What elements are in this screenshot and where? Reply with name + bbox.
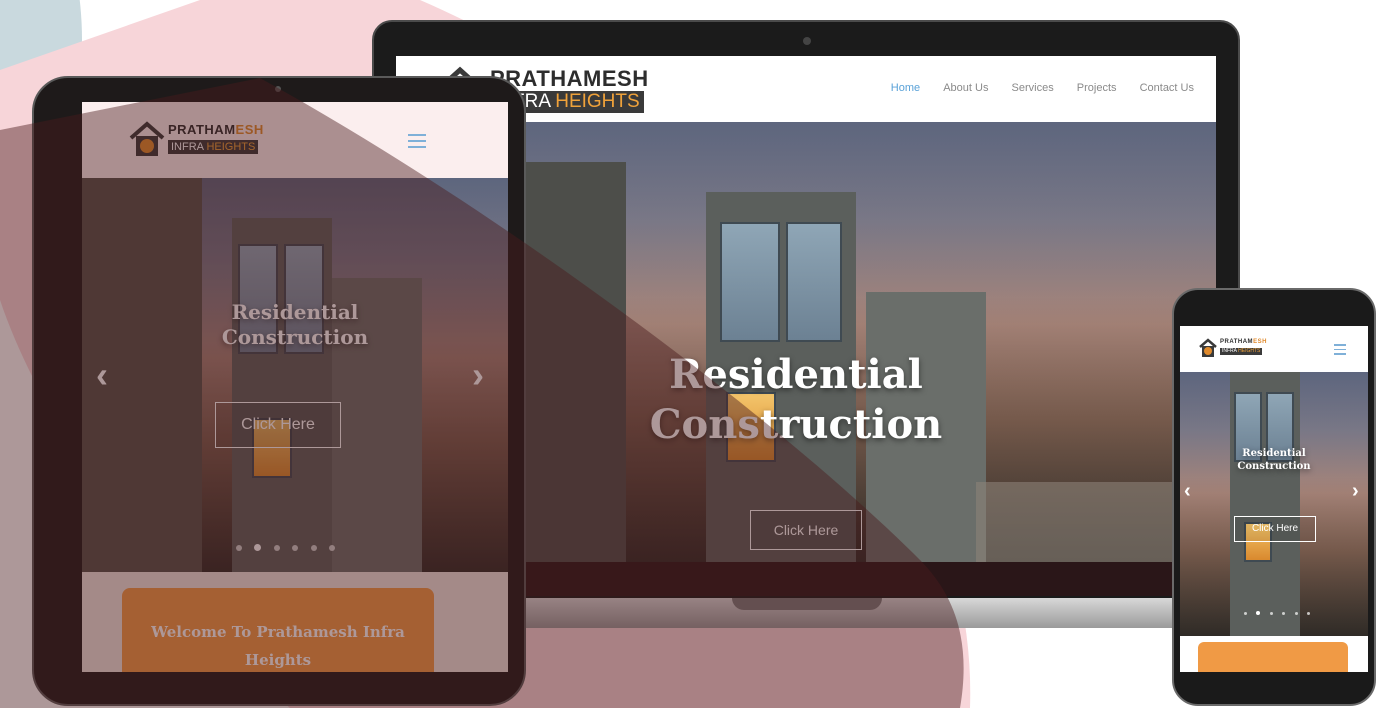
- house-logo-icon: [129, 121, 165, 156]
- welcome-title-line2: Heights: [244, 651, 312, 669]
- slider-dot[interactable]: [273, 545, 280, 551]
- slider-dot[interactable]: [329, 545, 336, 551]
- slider-dot[interactable]: [292, 545, 299, 551]
- slider-dot[interactable]: [1244, 612, 1247, 615]
- phone-hero-title: Residential Construction: [1204, 448, 1344, 473]
- slider-dot[interactable]: [310, 545, 317, 551]
- next-slide-arrow[interactable]: ›: [1352, 480, 1359, 503]
- phone-logo[interactable]: PRATHAMESH INFRA HEIGHTS: [1198, 338, 1278, 360]
- nav-services[interactable]: Services: [1012, 82, 1054, 94]
- tablet-logo[interactable]: PRATHAMESH INFRA HEIGHTS: [128, 120, 278, 160]
- welcome-card: Welcome To Prathamesh Infra Heights: [122, 588, 434, 672]
- nav-home[interactable]: Home: [891, 82, 920, 94]
- hero-title-line1: Residential: [1242, 448, 1306, 459]
- tablet-hero-title: Residential Construction: [175, 300, 415, 350]
- laptop-click-here-button[interactable]: Click Here: [750, 510, 862, 550]
- laptop-brand-sub-2: HEIGHTS: [555, 91, 640, 112]
- tablet-click-here-button[interactable]: Click Here: [215, 402, 341, 448]
- tablet-brand-name: PRATHAMESH: [168, 122, 264, 137]
- slider-dot[interactable]: [1282, 612, 1286, 615]
- brand-name-part2: ESH: [1253, 339, 1267, 345]
- tablet-welcome-section: Welcome To Prathamesh Infra Heights: [82, 572, 508, 672]
- next-slide-arrow[interactable]: ›: [472, 354, 484, 396]
- brand-sub-part2: HEIGHTS: [1238, 348, 1261, 354]
- building-center: [1230, 372, 1300, 636]
- laptop-camera: [803, 37, 811, 45]
- slider-dot-active[interactable]: [1256, 611, 1261, 615]
- hero-title-line2: Construction: [1237, 460, 1311, 472]
- laptop-trackpad-notch: [732, 598, 882, 610]
- menu-icon[interactable]: [1334, 344, 1346, 355]
- hero-title-line2: Construction: [649, 401, 943, 448]
- laptop-hero-title: Residential Construction: [646, 350, 946, 450]
- brand-sub-part1: INFRA: [1222, 348, 1237, 354]
- phone-screen: PRATHAMESH INFRA HEIGHTS Residential Con…: [1180, 326, 1368, 672]
- house-far-right: [976, 482, 1196, 562]
- tablet-hero-slider: Residential Construction ‹ › Click Here: [82, 178, 508, 572]
- phone-click-here-button[interactable]: Click Here: [1234, 516, 1316, 542]
- slider-dot[interactable]: [1307, 612, 1311, 615]
- menu-icon[interactable]: [408, 134, 426, 148]
- building-center: [232, 218, 332, 572]
- hero-title-line1: Residential: [231, 300, 359, 324]
- tablet-camera: [275, 86, 281, 92]
- nav-about-us[interactable]: About Us: [943, 82, 988, 94]
- phone-brand-sub: INFRA HEIGHTS: [1220, 348, 1263, 355]
- tablet-device: PRATHAMESH INFRA HEIGHTS Residential Con…: [32, 76, 526, 706]
- prev-slide-arrow[interactable]: ‹: [96, 354, 108, 396]
- phone-device: PRATHAMESH INFRA HEIGHTS Residential Con…: [1172, 288, 1376, 706]
- slider-dots: [236, 538, 336, 556]
- prev-slide-arrow[interactable]: ‹: [1184, 480, 1191, 503]
- welcome-title: Welcome To Prathamesh Infra Heights: [122, 618, 434, 672]
- brand-sub-part2: HEIGHTS: [206, 141, 256, 153]
- slider-dot[interactable]: [1294, 612, 1298, 615]
- slider-dot[interactable]: [236, 545, 242, 551]
- phone-hero-slider: Residential Construction ‹ › Click Here: [1180, 372, 1368, 636]
- nav-contact-us[interactable]: Contact Us: [1140, 82, 1194, 94]
- laptop-nav-menu: Home About Us Services Projects Contact …: [871, 82, 1194, 94]
- phone-welcome-card: [1198, 642, 1348, 672]
- brand-name-part2: ESH: [235, 122, 264, 137]
- tablet-navbar: PRATHAMESH INFRA HEIGHTS: [82, 102, 508, 178]
- slider-dots: [1244, 602, 1311, 620]
- welcome-title-line1: Welcome To Prathamesh Infra: [151, 623, 405, 641]
- hero-title-line1: Residential: [669, 351, 923, 398]
- slider-dot[interactable]: [1269, 612, 1273, 615]
- hero-title-line2: Construction: [221, 325, 369, 349]
- phone-brand-name: PRATHAMESH: [1220, 339, 1267, 345]
- tablet-brand-sub: INFRA HEIGHTS: [168, 140, 259, 154]
- nav-projects[interactable]: Projects: [1077, 82, 1117, 94]
- house-logo-icon: [1199, 338, 1217, 357]
- slider-dot-active[interactable]: [254, 544, 262, 551]
- brand-name-part1: PRATHAM: [1220, 339, 1254, 345]
- brand-name-part1: PRATHAM: [168, 122, 236, 137]
- phone-navbar: PRATHAMESH INFRA HEIGHTS: [1180, 326, 1368, 372]
- tablet-screen: PRATHAMESH INFRA HEIGHTS Residential Con…: [82, 102, 508, 672]
- brand-sub-part1: INFRA: [171, 141, 204, 153]
